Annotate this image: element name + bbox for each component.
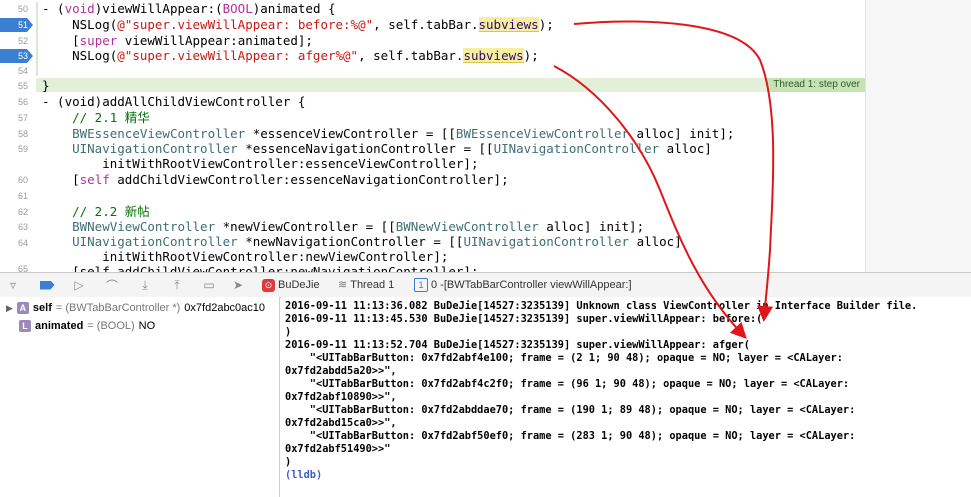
console-line: 0x7fd2abdd5a20>>", [285, 365, 397, 377]
code-line-55: } [42, 78, 50, 93]
variable-row[interactable]: L animated = (BOOL) NO [19, 318, 155, 334]
thread-breadcrumb[interactable]: ≋ Thread 1 [338, 277, 394, 293]
line-number: 58 [17, 129, 28, 139]
code-line-56: - (void)addAllChildViewController { [42, 94, 306, 109]
line-number: 61 [17, 191, 28, 201]
view-hierarchy-icon[interactable]: ▭ [200, 277, 218, 293]
debug-toolbar: ▿ ▷ ⌒ ⤓ ⤒ ▭ ➤ ⊙ BuDeJie ≋ Thread 1 1 0 -… [0, 272, 971, 298]
code-line-64: UINavigationController *newNavigationCon… [72, 234, 682, 249]
console-line: "<UITabBarButton: 0x7fd2abf4c2f0; frame … [285, 378, 850, 390]
thread-step-badge: Thread 1: step over [767, 78, 866, 92]
editor-minimap-area[interactable] [865, 0, 971, 272]
frame-icon: 1 [414, 278, 428, 292]
code-line-65: [self addChildViewController:newNavigati… [42, 264, 479, 272]
line-number: 60 [17, 175, 28, 185]
console-output[interactable]: 2016-09-11 11:13:36.082 BuDeJie[14527:32… [281, 297, 971, 497]
process-breadcrumb[interactable]: ⊙ BuDeJie [262, 277, 320, 293]
code-line-62: // 2.2 新帖 [42, 204, 150, 219]
line-number: 63 [17, 222, 28, 232]
variable-kind-icon: A [16, 302, 29, 314]
variable-type: = (BWTabBarController *) [55, 302, 181, 314]
source-editor[interactable]: 50 51 52 53 54 55 56 57 58 59 60 61 62 6… [0, 0, 971, 272]
code-line-60: [self addChildViewController:essenceNavi… [42, 172, 509, 187]
code-line-53: NSLog(@"super.viewWillAppear: afger%@", … [42, 48, 539, 63]
code-line-64-wrap: initWithRootViewController:newViewContro… [42, 249, 449, 264]
variable-type: = (BOOL) [87, 320, 135, 332]
step-into-icon[interactable]: ⤓ [136, 277, 154, 293]
console-line: 0x7fd2abd15ca0>>", [285, 417, 397, 429]
code-line-52: [super viewWillAppear:animated]; [42, 33, 313, 48]
app-icon: ⊙ [262, 278, 275, 292]
variable-row[interactable]: ▶ A self = (BWTabBarController *) 0x7fd2… [6, 300, 265, 316]
code-line-51: NSLog(@"super.viewWillAppear: before:%@"… [42, 17, 554, 32]
code-line-57: // 2.1 精华 [42, 110, 150, 125]
console-line: ) [285, 456, 292, 468]
line-number: 62 [17, 207, 28, 217]
line-number: 55 [17, 81, 28, 91]
line-number: 56 [17, 97, 28, 107]
console-line: 2016-09-11 11:13:52.704 BuDeJie[14527:32… [285, 339, 750, 351]
variable-value: NO [138, 320, 156, 332]
code-line-59-wrap: initWithRootViewController:essenceViewCo… [42, 156, 479, 171]
thread-name: Thread 1 [350, 279, 395, 291]
line-number: 65 [17, 264, 28, 272]
current-instruction-highlight [36, 78, 866, 92]
step-over-icon[interactable]: ⌒ [103, 277, 121, 293]
console-line: 2016-09-11 11:13:45.530 BuDeJie[14527:32… [285, 313, 763, 325]
console-line: 2016-09-11 11:13:36.082 BuDeJie[14527:32… [285, 300, 918, 312]
console-line: "<UITabBarButton: 0x7fd2abf4e100; frame … [285, 352, 843, 364]
lldb-prompt[interactable]: (lldb) [285, 469, 967, 482]
hide-debug-area-icon[interactable]: ▿ [4, 277, 22, 293]
line-number: 59 [17, 144, 28, 154]
console-line: "<UITabBarButton: 0x7fd2abddae70; frame … [285, 404, 856, 416]
frame-breadcrumb[interactable]: 1 0 -[BWTabBarController viewWillAppear:… [414, 277, 632, 293]
process-name: BuDeJie [278, 279, 320, 291]
console-line: ) [285, 326, 292, 338]
variable-name: self [32, 302, 52, 314]
breakpoints-toggle-icon[interactable] [38, 277, 56, 293]
line-number: 54 [17, 66, 28, 76]
console-line: "<UITabBarButton: 0x7fd2abf50ef0; frame … [285, 430, 856, 442]
frame-name: 0 -[BWTabBarController viewWillAppear:] [431, 279, 632, 291]
console-line: 0x7fd2abf10890>>", [285, 391, 397, 403]
code-line-50: - (void)viewWillAppear:(BOOL)animated { [42, 1, 336, 16]
variables-view: ▶ A self = (BWTabBarController *) 0x7fd2… [0, 297, 280, 497]
line-number: 51 [17, 20, 28, 30]
code-line-59: UINavigationController *essenceNavigatio… [72, 141, 712, 156]
continue-icon[interactable]: ▷ [70, 277, 88, 293]
line-number: 50 [17, 4, 28, 14]
disclosure-triangle-icon[interactable]: ▶ [6, 300, 13, 316]
code-line-63: BWNewViewController *newViewController =… [72, 219, 645, 234]
line-number: 64 [17, 238, 28, 248]
thread-icon: ≋ [338, 279, 348, 291]
variable-name: animated [35, 320, 84, 332]
variable-kind-icon: L [19, 320, 31, 332]
location-icon[interactable]: ➤ [229, 277, 247, 293]
line-number-gutter[interactable]: 50 51 52 53 54 55 56 57 58 59 60 61 62 6… [0, 0, 36, 272]
console-line: 0x7fd2abf51490>>" [285, 443, 391, 455]
step-out-icon[interactable]: ⤒ [168, 277, 186, 293]
code-line-58: BWEssenceViewController *essenceViewCont… [72, 126, 735, 141]
variable-value: 0x7fd2abc0ac10 [184, 302, 266, 314]
line-number: 57 [17, 113, 28, 123]
line-number: 52 [17, 36, 28, 46]
line-number: 53 [17, 51, 28, 61]
code-fold-ribbon[interactable] [36, 2, 38, 76]
